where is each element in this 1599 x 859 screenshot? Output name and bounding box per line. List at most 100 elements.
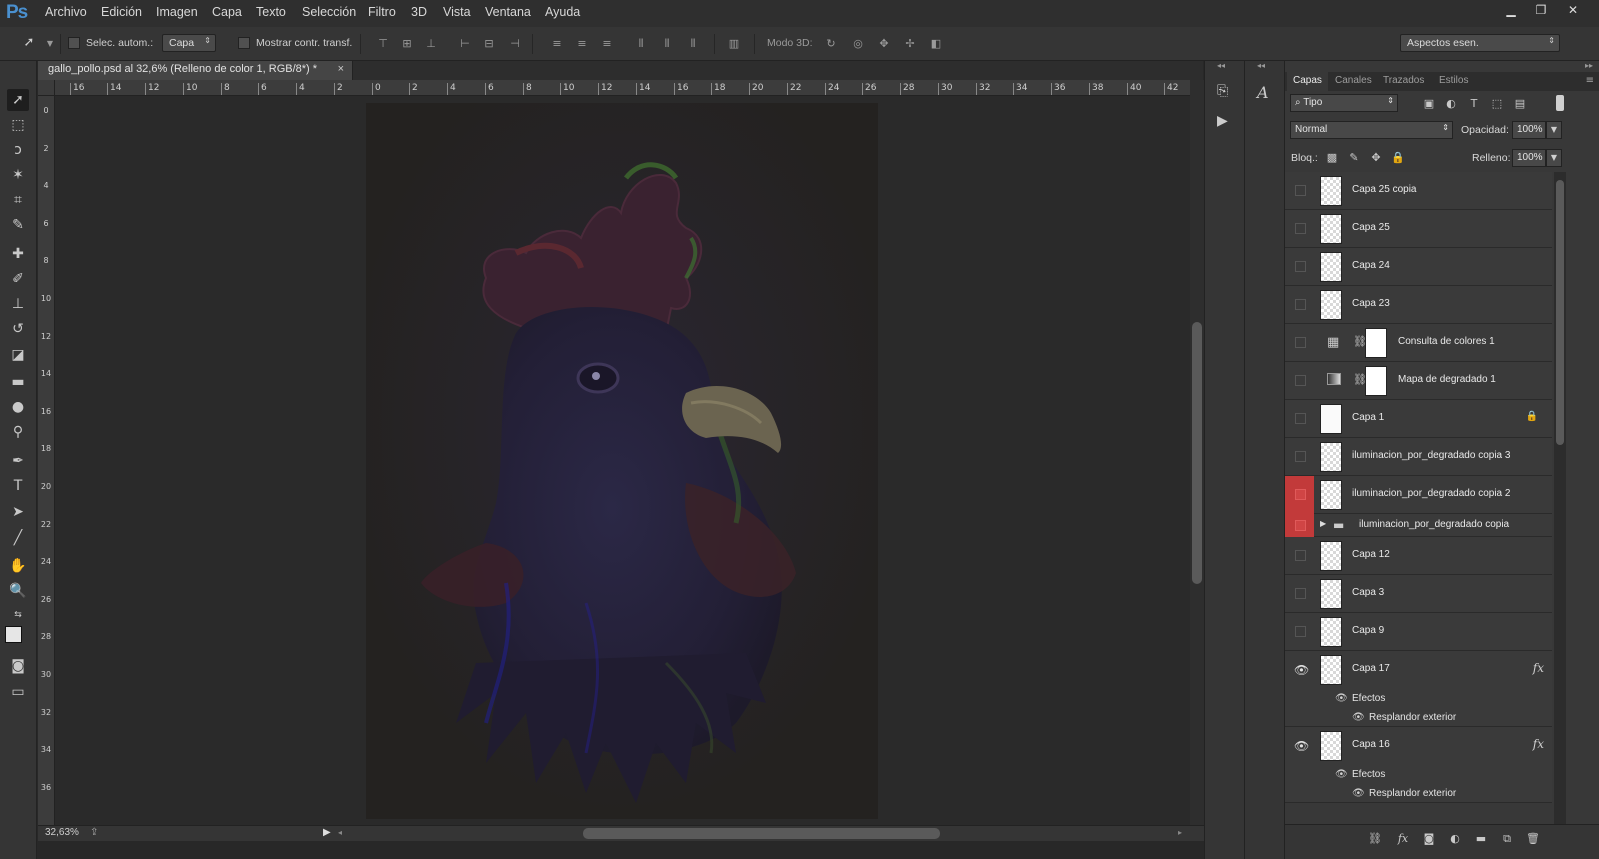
eye-icon[interactable]: 👁 [1352, 712, 1365, 723]
lasso-tool-icon[interactable]: ↄ [7, 139, 29, 161]
filter-smart-icon[interactable]: ▤ [1512, 96, 1528, 112]
pen-tool-icon[interactable]: ✒ [7, 450, 29, 472]
layer-row[interactable]: iluminacion_por_degradado copia 3 [1285, 438, 1552, 476]
move-tool-icon[interactable]: ➚ [7, 89, 29, 111]
vertical-scrollbar[interactable] [1190, 80, 1204, 825]
line-tool-icon[interactable]: ╱ [7, 527, 29, 549]
dodge-tool-icon[interactable]: ⚲ [7, 421, 29, 443]
filter-adjustment-icon[interactable]: ◐ [1443, 96, 1459, 112]
swap-colors-icon[interactable]: ⇆ [7, 604, 29, 626]
lock-transparent-icon[interactable]: ▩ [1324, 150, 1340, 166]
trash-icon[interactable]: 🗑 [1525, 831, 1541, 847]
layer-row[interactable]: iluminacion_por_degradado copia 2 [1285, 476, 1552, 514]
tab-capas[interactable]: Capas [1287, 72, 1328, 91]
clone-stamp-icon[interactable]: ⊥ [7, 293, 29, 315]
new-layer-icon[interactable]: ⧉ [1499, 831, 1515, 847]
status-menu-arrow-icon[interactable]: ▶ [323, 827, 331, 838]
menu-filtro[interactable]: Filtro [368, 5, 396, 19]
visibility-toggle[interactable] [1285, 514, 1314, 537]
visibility-toggle[interactable] [1285, 476, 1314, 514]
layer-row[interactable]: Capa 25 copia [1285, 172, 1552, 210]
tab-canales[interactable]: Canales [1329, 72, 1378, 91]
visibility-toggle[interactable] [1285, 210, 1314, 248]
lock-all-icon[interactable]: 🔒 [1390, 150, 1406, 166]
healing-brush-icon[interactable]: ✚ [7, 243, 29, 265]
eyedropper-icon[interactable]: ✎ [7, 214, 29, 236]
layer-row[interactable]: Capa 9 [1285, 613, 1552, 651]
menu-texto[interactable]: Texto [256, 5, 286, 19]
eye-icon[interactable]: 👁 [1335, 693, 1348, 704]
align-bottom-icon[interactable]: ⊥ [424, 37, 438, 51]
tab-estilos[interactable]: Estilos [1433, 72, 1474, 91]
visibility-toggle[interactable] [1285, 575, 1314, 613]
layer-row[interactable]: Capa 25 [1285, 210, 1552, 248]
distribute-hcenter-icon[interactable]: ⫴ [660, 37, 674, 51]
path-selection-icon[interactable]: ➤ [7, 501, 29, 523]
gradient-tool-icon[interactable]: ▬ [7, 371, 29, 393]
menu-archivo[interactable]: Archivo [45, 5, 87, 19]
mask-thumbnail[interactable] [1365, 328, 1387, 358]
canvas-area[interactable] [55, 96, 1190, 825]
eye-icon[interactable]: 👁 [1294, 663, 1309, 677]
actions-panel-icon[interactable]: ▶ [1217, 113, 1228, 129]
layer-filter-dropdown[interactable]: ⌕ Tipo ⇕ [1290, 94, 1398, 112]
visibility-toggle[interactable] [1285, 248, 1314, 286]
menu-edicion[interactable]: Edición [101, 5, 142, 19]
scale-3d-icon[interactable]: ◧ [929, 37, 943, 51]
auto-select-checkbox[interactable] [68, 37, 80, 49]
close-tab-icon[interactable]: × [338, 63, 344, 75]
align-vcenter-icon[interactable]: ⊞ [400, 37, 414, 51]
lock-image-icon[interactable]: ✎ [1346, 150, 1362, 166]
foreground-color-swatch[interactable] [5, 626, 22, 643]
layer-row-adjustment[interactable]: ▦ ⛓ Consulta de colores 1 [1285, 324, 1552, 362]
restore-icon[interactable]: ❐ [1530, 3, 1552, 19]
filter-toggle[interactable] [1556, 95, 1564, 111]
magic-wand-icon[interactable]: ✶ [7, 164, 29, 186]
add-mask-icon[interactable]: ◙ [1421, 831, 1437, 847]
show-transform-checkbox[interactable] [238, 37, 250, 49]
orbit-3d-icon[interactable]: ↻ [824, 37, 838, 51]
workspace-dropdown[interactable]: Aspectos esen. ⇕ [1400, 34, 1560, 52]
menu-vista[interactable]: Vista [443, 5, 471, 19]
scroll-thumb[interactable] [1556, 180, 1564, 445]
menu-ayuda[interactable]: Ayuda [545, 5, 580, 19]
visibility-toggle[interactable] [1285, 438, 1314, 476]
layer-row-adjustment[interactable]: ⛓ Mapa de degradado 1 [1285, 362, 1552, 400]
align-top-icon[interactable]: ⊤ [376, 37, 390, 51]
collapse-icon[interactable]: ◂◂ [1257, 61, 1265, 70]
history-brush-icon[interactable]: ↺ [7, 318, 29, 340]
blend-mode-dropdown[interactable]: Normal ⇕ [1290, 121, 1453, 139]
layer-row-with-effects[interactable]: 👁 Capa 16 fx 👁 Efectos 👁 Resplandor exte… [1285, 727, 1552, 803]
fill-dropdown-icon[interactable]: ▼ [1546, 149, 1562, 167]
history-panel-icon[interactable]: ⎘ [1217, 83, 1228, 99]
menu-seleccion[interactable]: Selección [302, 5, 356, 19]
share-icon[interactable]: ⇪ [90, 827, 98, 838]
blur-tool-icon[interactable]: ● [7, 396, 29, 418]
hamburger-icon[interactable]: ≡ [1586, 75, 1594, 86]
auto-select-dropdown[interactable]: Capa ⇕ [162, 34, 216, 52]
move-tool-preset-icon[interactable]: ➚ [22, 36, 36, 50]
new-group-icon[interactable]: ▬ [1473, 831, 1489, 847]
fx-icon[interactable]: fx [1533, 661, 1544, 675]
collapse-icon[interactable]: ◂◂ [1217, 61, 1225, 70]
distribute-right-icon[interactable]: ⫴ [686, 37, 700, 51]
link-layers-icon[interactable]: ⛓ [1367, 831, 1383, 847]
zoom-tool-icon[interactable]: 🔍 [7, 580, 29, 602]
fx-icon[interactable]: fx [1395, 831, 1411, 847]
distribute-left-icon[interactable]: ⫴ [634, 37, 648, 51]
document-tab[interactable]: gallo_pollo.psd al 32,6% (Relleno de col… [38, 61, 353, 80]
distribute-vcenter-icon[interactable]: ≡ [575, 37, 589, 51]
document-canvas[interactable] [366, 103, 878, 819]
chevron-down-icon[interactable]: ▼ [43, 37, 57, 51]
minimize-icon[interactable]: ▁ [1500, 3, 1522, 19]
character-panel-icon[interactable]: A [1257, 83, 1269, 102]
distribute-top-icon[interactable]: ≡ [550, 37, 564, 51]
mask-thumbnail[interactable] [1365, 366, 1387, 396]
eye-icon[interactable]: 👁 [1335, 769, 1348, 780]
horizontal-scroll-thumb[interactable] [583, 828, 940, 839]
menu-3d[interactable]: 3D [411, 5, 427, 19]
scroll-left-icon[interactable]: ◂ [338, 828, 342, 837]
zoom-level[interactable]: 32,63% [45, 827, 79, 838]
layer-row-with-effects[interactable]: 👁 Capa 17 fx 👁 Efectos 👁 Resplandor exte… [1285, 651, 1552, 727]
align-hcenter-icon[interactable]: ⊟ [482, 37, 496, 51]
